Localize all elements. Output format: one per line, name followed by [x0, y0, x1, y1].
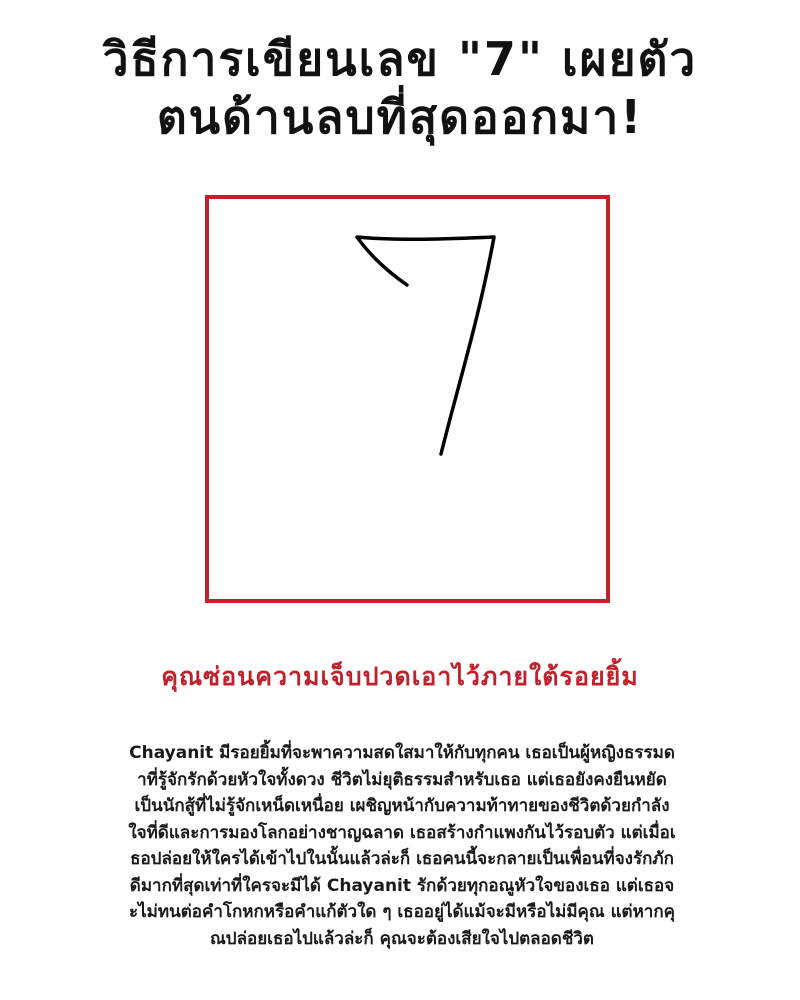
description-line: เป็นนักสู้ที่ไม่รู้จักเหน็ดเหนื่อย เผชิญ… — [134, 796, 670, 816]
description-line: ณปล่อยเธอไปแล้วล่ะก็ คุณจะต้องเสียใจไปตล… — [210, 928, 594, 949]
title-line-1: วิธีการเขียนเลข "7" เผยตัว — [102, 32, 698, 86]
title-line-2: ตนด้านลบที่สุดออกมา! — [156, 90, 644, 144]
description-line: ธอปล่อยให้ใครได้เข้าไปในนั้นแล้วล่ะก็ เธ… — [130, 849, 674, 869]
description-text: Chayanit มีรอยยิ้มที่จะพาความสดใสมาให้กั… — [22, 740, 782, 952]
description-line: าที่รู้จักรักด้วยหัวใจทั้งดวง ชีวิตไม่ยุ… — [137, 769, 667, 790]
description-line: ะไม่ทนต่อคำโกหกหรือคำแก้ตัวใด ๆ เธออยู่ไ… — [128, 902, 676, 922]
description-line: ใจที่ดีและการมองโลกอย่างชาญฉลาด เธอสร้าง… — [128, 822, 676, 843]
description-line: ดีมากที่สุดเท่าที่ใครจะมีได้ Chayanit รั… — [129, 875, 675, 896]
result-subtitle: คุณซ่อนความเจ็บปวดเอาไว้ภายใต้รอยยิ้ม — [161, 662, 639, 691]
handwritten-seven-drawing — [355, 235, 496, 456]
description-line: Chayanit มีรอยยิ้มที่จะพาความสดใสมาให้กั… — [129, 743, 675, 763]
drawing-frame — [205, 195, 610, 603]
page-title: วิธีการเขียนเลข "7" เผยตัว ตนด้านลบที่สุ… — [20, 30, 780, 146]
seven-stroke — [355, 235, 496, 456]
